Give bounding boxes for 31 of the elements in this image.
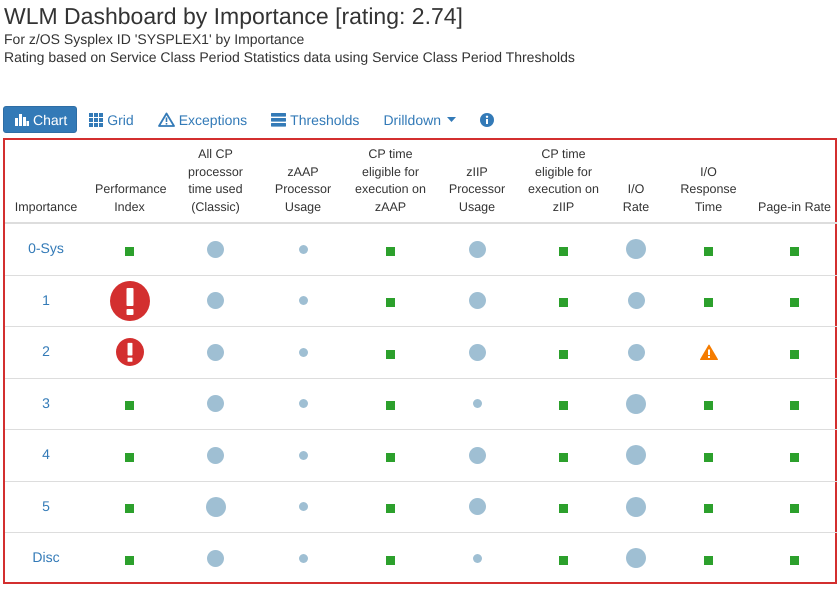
importance-link[interactable]: 2	[42, 343, 50, 360]
importance-link[interactable]: 4	[42, 446, 50, 462]
column-header: CP time eligible for execution on zIIP	[520, 140, 607, 223]
importance-link[interactable]: 3	[42, 394, 50, 411]
column-header: I/O Rate	[607, 140, 665, 223]
importance-link[interactable]: 5	[42, 498, 50, 514]
warning-icon	[158, 112, 175, 127]
tab[interactable]: Drilldown	[371, 106, 468, 133]
bar-chart-icon	[15, 113, 29, 126]
grid-icon	[89, 112, 104, 126]
column-header: All CP processor time used (Classic)	[172, 140, 259, 223]
tab[interactable]: Chart	[3, 106, 78, 133]
tab[interactable]: Thresholds	[259, 106, 372, 133]
info-icon	[480, 112, 494, 126]
column-header: zAAP Processor Usage	[259, 140, 347, 223]
importance-link[interactable]: Disc	[32, 549, 60, 566]
column-header: Importance	[5, 140, 87, 223]
column-header: Performance Index	[87, 140, 172, 223]
column-header: I/O Response Time	[665, 140, 752, 223]
page-title: WLM Dashboard by Importance [rating: 2.74]	[4, 3, 464, 30]
description: Rating based on Service Class Period Statistics data using Service Class Period Thresholds	[4, 48, 576, 66]
column-header: Page-in Rate	[752, 140, 837, 223]
tab[interactable]: Grid	[77, 106, 146, 133]
importance-link[interactable]: 0-Sys	[28, 240, 64, 256]
caret-icon	[447, 117, 456, 122]
subtitle: For z/OS Sysplex ID 'SYSPLEX1' by Importance	[4, 30, 306, 48]
tab[interactable]: Exceptions	[146, 106, 260, 133]
stack-icon	[271, 112, 286, 126]
column-header: zIIP Processor Usage	[434, 140, 520, 223]
column-header: CP time eligible for execution on zAAP	[347, 140, 434, 223]
importance-link[interactable]: 1	[42, 292, 50, 308]
